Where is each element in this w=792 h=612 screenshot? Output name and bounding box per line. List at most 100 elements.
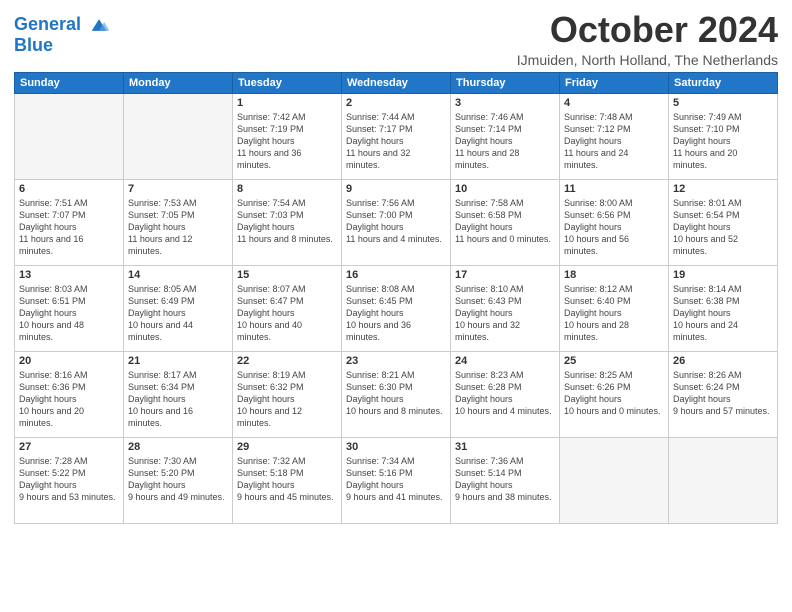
day-info: Sunrise: 7:32 AMSunset: 5:18 PMDaylight … (237, 455, 337, 504)
day-info: Sunrise: 7:51 AMSunset: 7:07 PMDaylight … (19, 197, 119, 258)
calendar-cell: 1 Sunrise: 7:42 AMSunset: 7:19 PMDaylight… (233, 93, 342, 179)
calendar-cell: 17 Sunrise: 8:10 AMSunset: 6:43 PMDayligh… (451, 265, 560, 351)
calendar-cell: 16 Sunrise: 8:08 AMSunset: 6:45 PMDayligh… (342, 265, 451, 351)
calendar-cell: 25 Sunrise: 8:25 AMSunset: 6:26 PMDayligh… (560, 351, 669, 437)
day-info: Sunrise: 8:05 AMSunset: 6:49 PMDaylight … (128, 283, 228, 344)
calendar-cell: 12 Sunrise: 8:01 AMSunset: 6:54 PMDayligh… (669, 179, 778, 265)
calendar-cell: 26Sunrise: 8:26 AMSunset: 6:24 PMDayligh… (669, 351, 778, 437)
page-container: General Blue October 2024 IJmuiden, Nort… (0, 0, 792, 530)
calendar-cell: 23 Sunrise: 8:21 AMSunset: 6:30 PMDayligh… (342, 351, 451, 437)
day-number: 6 (19, 183, 119, 195)
calendar-cell: 4Sunrise: 7:48 AMSunset: 7:12 PMDaylight… (560, 93, 669, 179)
calendar-cell: 14 Sunrise: 8:05 AMSunset: 6:49 PMDayligh… (124, 265, 233, 351)
calendar-cell (124, 93, 233, 179)
logo-text: General (14, 14, 110, 36)
calendar-header-thursday: Thursday (451, 72, 560, 93)
calendar-cell: 10 Sunrise: 7:58 AMSunset: 6:58 PMDayligh… (451, 179, 560, 265)
calendar-cell: 6 Sunrise: 7:51 AMSunset: 7:07 PMDaylight… (15, 179, 124, 265)
day-info: Sunrise: 7:42 AMSunset: 7:19 PMDaylight … (237, 111, 337, 172)
day-info: Sunrise: 8:19 AMSunset: 6:32 PMDaylight … (237, 369, 337, 430)
calendar-cell: 13 Sunrise: 8:03 AMSunset: 6:51 PMDayligh… (15, 265, 124, 351)
calendar-cell: 20Sunrise: 8:16 AMSunset: 6:36 PMDayligh… (15, 351, 124, 437)
day-info: Sunrise: 8:03 AMSunset: 6:51 PMDaylight … (19, 283, 119, 344)
calendar-cell: 9 Sunrise: 7:56 AMSunset: 7:00 PMDaylight… (342, 179, 451, 265)
day-info: Sunrise: 7:53 AMSunset: 7:05 PMDaylight … (128, 197, 228, 258)
calendar-cell (669, 437, 778, 523)
day-number: 12 (673, 183, 773, 195)
day-info: Sunrise: 8:17 AMSunset: 6:34 PMDaylight … (128, 369, 228, 430)
calendar-cell: 3 Sunrise: 7:46 AMSunset: 7:14 PMDaylight… (451, 93, 560, 179)
calendar-cell: 24Sunrise: 8:23 AMSunset: 6:28 PMDayligh… (451, 351, 560, 437)
header-row: General Blue October 2024 IJmuiden, Nort… (14, 10, 778, 68)
calendar-cell: 30 Sunrise: 7:34 AMSunset: 5:16 PMDayligh… (342, 437, 451, 523)
day-info: Sunrise: 8:25 AMSunset: 6:26 PMDaylight … (564, 369, 664, 418)
calendar-cell: 21Sunrise: 8:17 AMSunset: 6:34 PMDayligh… (124, 351, 233, 437)
day-number: 11 (564, 183, 664, 195)
day-info: Sunrise: 7:56 AMSunset: 7:00 PMDaylight … (346, 197, 446, 246)
day-number: 28 (128, 441, 228, 453)
calendar-header-saturday: Saturday (669, 72, 778, 93)
day-number: 2 (346, 97, 446, 109)
day-number: 25 (564, 355, 664, 367)
day-info: Sunrise: 7:46 AMSunset: 7:14 PMDaylight … (455, 111, 555, 172)
day-number: 17 (455, 269, 555, 281)
day-number: 1 (237, 97, 337, 109)
day-number: 16 (346, 269, 446, 281)
day-number: 10 (455, 183, 555, 195)
day-info: Sunrise: 8:00 AMSunset: 6:56 PMDaylight … (564, 197, 664, 258)
title-section: October 2024 IJmuiden, North Holland, Th… (517, 10, 778, 68)
day-number: 29 (237, 441, 337, 453)
day-info: Sunrise: 8:08 AMSunset: 6:45 PMDaylight … (346, 283, 446, 344)
calendar-header-monday: Monday (124, 72, 233, 93)
day-number: 27 (19, 441, 119, 453)
calendar-cell: 7 Sunrise: 7:53 AMSunset: 7:05 PMDaylight… (124, 179, 233, 265)
day-number: 9 (346, 183, 446, 195)
calendar-week-2: 13 Sunrise: 8:03 AMSunset: 6:51 PMDayligh… (15, 265, 778, 351)
day-info: Sunrise: 7:34 AMSunset: 5:16 PMDaylight … (346, 455, 446, 504)
day-number: 14 (128, 269, 228, 281)
calendar-cell: 22 Sunrise: 8:19 AMSunset: 6:32 PMDayligh… (233, 351, 342, 437)
day-info: Sunrise: 8:01 AMSunset: 6:54 PMDaylight … (673, 197, 773, 258)
day-number: 13 (19, 269, 119, 281)
location: IJmuiden, North Holland, The Netherlands (517, 52, 778, 68)
day-number: 18 (564, 269, 664, 281)
day-info: Sunrise: 7:54 AMSunset: 7:03 PMDaylight … (237, 197, 337, 246)
calendar-cell: 28 Sunrise: 7:30 AMSunset: 5:20 PMDayligh… (124, 437, 233, 523)
day-info: Sunrise: 8:21 AMSunset: 6:30 PMDaylight … (346, 369, 446, 418)
day-info: Sunrise: 8:12 AMSunset: 6:40 PMDaylight … (564, 283, 664, 344)
day-info: Sunrise: 8:10 AMSunset: 6:43 PMDaylight … (455, 283, 555, 344)
calendar-cell: 15Sunrise: 8:07 AMSunset: 6:47 PMDayligh… (233, 265, 342, 351)
day-info: Sunrise: 7:49 AMSunset: 7:10 PMDaylight … (673, 111, 773, 172)
calendar-week-4: 27Sunrise: 7:28 AMSunset: 5:22 PMDayligh… (15, 437, 778, 523)
calendar-header-row: SundayMondayTuesdayWednesdayThursdayFrid… (15, 72, 778, 93)
day-number: 22 (237, 355, 337, 367)
month-title: October 2024 (517, 10, 778, 50)
day-number: 7 (128, 183, 228, 195)
calendar-cell: 27Sunrise: 7:28 AMSunset: 5:22 PMDayligh… (15, 437, 124, 523)
calendar-header-tuesday: Tuesday (233, 72, 342, 93)
calendar-header-friday: Friday (560, 72, 669, 93)
calendar-cell: 29 Sunrise: 7:32 AMSunset: 5:18 PMDayligh… (233, 437, 342, 523)
calendar-week-1: 6 Sunrise: 7:51 AMSunset: 7:07 PMDaylight… (15, 179, 778, 265)
day-info: Sunrise: 8:14 AMSunset: 6:38 PMDaylight … (673, 283, 773, 344)
day-info: Sunrise: 7:44 AMSunset: 7:17 PMDaylight … (346, 111, 446, 172)
day-info: Sunrise: 7:30 AMSunset: 5:20 PMDaylight … (128, 455, 228, 504)
day-number: 3 (455, 97, 555, 109)
day-number: 20 (19, 355, 119, 367)
calendar-cell: 19 Sunrise: 8:14 AMSunset: 6:38 PMDayligh… (669, 265, 778, 351)
calendar-header-sunday: Sunday (15, 72, 124, 93)
day-number: 4 (564, 97, 664, 109)
calendar-week-3: 20Sunrise: 8:16 AMSunset: 6:36 PMDayligh… (15, 351, 778, 437)
day-number: 23 (346, 355, 446, 367)
day-number: 15 (237, 269, 337, 281)
day-number: 30 (346, 441, 446, 453)
calendar-cell: 8Sunrise: 7:54 AMSunset: 7:03 PMDaylight… (233, 179, 342, 265)
calendar-table: SundayMondayTuesdayWednesdayThursdayFrid… (14, 72, 778, 524)
logo-icon (88, 14, 110, 36)
day-info: Sunrise: 7:58 AMSunset: 6:58 PMDaylight … (455, 197, 555, 246)
calendar-cell: 2 Sunrise: 7:44 AMSunset: 7:17 PMDaylight… (342, 93, 451, 179)
calendar-header-wednesday: Wednesday (342, 72, 451, 93)
day-number: 19 (673, 269, 773, 281)
calendar-cell: 31Sunrise: 7:36 AMSunset: 5:14 PMDayligh… (451, 437, 560, 523)
calendar-week-0: 1 Sunrise: 7:42 AMSunset: 7:19 PMDaylight… (15, 93, 778, 179)
